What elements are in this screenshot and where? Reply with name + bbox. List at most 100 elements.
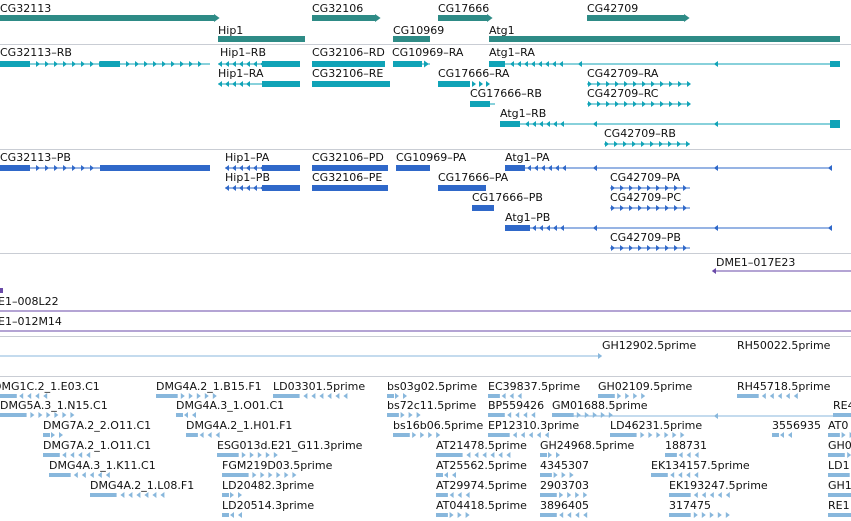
feature-est-28[interactable] [49, 473, 71, 477]
feature-est-32[interactable] [686, 472, 691, 478]
feature-transcript-hip1-ra[interactable] [262, 81, 300, 87]
feature-est-13[interactable] [576, 412, 581, 418]
feature-est-8[interactable] [761, 393, 766, 399]
feature-translation-atg1-pb[interactable] [592, 225, 597, 231]
feature-transcript-cg32113-rb[interactable] [45, 61, 49, 67]
feature-est-4[interactable] [327, 393, 332, 399]
feature-est-32[interactable] [694, 472, 699, 478]
feature-gene-atg1[interactable] [489, 36, 840, 42]
label-e-bp559426[interactable]: BP559426 [488, 399, 544, 412]
feature-translation-cg42709-pc[interactable] [656, 205, 660, 211]
feature-est-31[interactable] [561, 472, 566, 478]
label-t-hip1-rb[interactable]: Hip1–RB [220, 46, 266, 59]
feature-transcript-atg1-ra[interactable] [552, 61, 556, 67]
feature-translation-atg1-pa[interactable] [541, 165, 545, 171]
label-e-dmg1c2[interactable]: DMG1C.2_1.E03.C1 [0, 380, 100, 393]
feature-transcript-atg1-rb[interactable] [713, 121, 718, 127]
feature-est-42[interactable] [567, 512, 572, 518]
feature-translation-atg1-pa[interactable] [827, 165, 832, 171]
label-e-at04418[interactable]: AT04418.5prime [436, 499, 527, 512]
feature-est-24[interactable] [466, 452, 471, 458]
feature-est-25[interactable] [556, 452, 560, 458]
feature-translation-hip1-pb[interactable] [262, 185, 300, 191]
feature-transcript-cg32113-rb[interactable] [126, 61, 130, 67]
label-c-008l22[interactable]: E1–008L22 [0, 295, 59, 308]
feature-est-36[interactable] [465, 492, 470, 498]
feature-est-25[interactable] [548, 452, 552, 458]
feature-est-40[interactable] [238, 512, 242, 518]
feature-transcript-cg42709-rc[interactable] [642, 101, 646, 107]
feature-transcript-cg42709-rc[interactable] [651, 101, 655, 107]
feature-est-31[interactable] [569, 472, 574, 478]
feature-translation-atg1-pa[interactable] [555, 165, 559, 171]
feature-est-4[interactable] [273, 394, 300, 398]
feature-transcript-cg42709-rb[interactable] [641, 141, 645, 147]
label-p-cg32106-pe[interactable]: CG32106–PE [312, 171, 382, 184]
label-e-ld1[interactable]: LD1 [828, 459, 850, 472]
label-e-ld46231[interactable]: LD46231.5prime [610, 419, 702, 432]
feature-translation-hip1-pb[interactable] [253, 185, 257, 191]
label-t-cg42709-rb[interactable]: CG42709–RB [604, 127, 676, 140]
feature-est-10[interactable] [184, 412, 188, 418]
feature-transcript-cg32113-rb[interactable] [72, 61, 76, 67]
label-g-cg32106[interactable]: CG32106 [312, 2, 363, 15]
feature-est-22[interactable] [62, 452, 67, 458]
feature-transcript-cg42709-rc[interactable] [597, 101, 601, 107]
feature-est-16[interactable] [186, 433, 198, 437]
feature-est-8[interactable] [785, 393, 790, 399]
feature-translation-cg42709-pc[interactable] [674, 205, 678, 211]
feature-transcript-cg32113-rb[interactable] [90, 61, 94, 67]
label-e-4345307[interactable]: 4345307 [540, 459, 589, 472]
label-e-3896405[interactable]: 3896405 [540, 499, 589, 512]
feature-est-19[interactable] [648, 432, 653, 438]
feature-est-38[interactable] [693, 492, 698, 498]
feature-transcript-cg32113-rb[interactable] [0, 61, 30, 67]
label-t-cg42709-ra[interactable]: CG42709–RA [587, 67, 658, 80]
feature-transcript-cg42709-rb[interactable] [632, 141, 636, 147]
label-p-cg17666-pa[interactable]: CG17666–PA [438, 171, 508, 184]
feature-est-27[interactable] [828, 453, 845, 457]
feature-transcript-cg42709-rc[interactable] [633, 101, 637, 107]
feature-translation-atg1-pb[interactable] [505, 225, 530, 231]
feature-est-42[interactable] [583, 512, 588, 518]
label-p-cg32113-pb[interactable]: CG32113–PB [0, 151, 71, 164]
feature-est-25[interactable] [540, 453, 547, 457]
feature-est-23[interactable] [257, 452, 262, 458]
feature-est-19[interactable] [664, 432, 669, 438]
label-e-188731[interactable]: 188731 [665, 439, 707, 452]
feature-est-22[interactable] [43, 453, 60, 457]
label-t-atg1-rb[interactable]: Atg1–RB [500, 107, 546, 120]
label-t-cg32113-rb[interactable]: CG32113–RB [0, 46, 72, 59]
feature-translation-atg1-pb[interactable] [532, 225, 536, 231]
feature-est-28[interactable] [81, 472, 86, 478]
feature-est-34[interactable] [120, 492, 125, 498]
feature-est-20[interactable] [780, 432, 784, 438]
feature-est-12[interactable] [531, 412, 536, 418]
feature-translation-hip1-pb[interactable] [239, 185, 243, 191]
feature-est-17[interactable] [420, 432, 425, 438]
feature-est-37[interactable] [567, 492, 572, 498]
label-e-esg013d[interactable]: ESG013d.E21_G11.3prime [217, 439, 362, 452]
feature-est-12[interactable] [515, 412, 520, 418]
label-g-cg17666[interactable]: CG17666 [438, 2, 489, 15]
feature-est-9[interactable] [62, 412, 67, 418]
feature-transcript-cg42709-rc[interactable] [669, 101, 673, 107]
feature-est-15[interactable] [43, 433, 50, 437]
label-e-ep12310[interactable]: EP12310.3prime [488, 419, 579, 432]
label-p-cg32106-pd[interactable]: CG32106–PD [312, 151, 384, 164]
feature-est-9[interactable] [38, 412, 43, 418]
label-t-cg17666-rb[interactable]: CG17666–RB [470, 87, 542, 100]
feature-translation-cg42709-pc[interactable] [638, 205, 642, 211]
feature-translation-cg32113-pb[interactable] [63, 165, 67, 171]
feature-est-4[interactable] [319, 393, 324, 399]
feature-est-41[interactable] [457, 512, 462, 518]
feature-translation-cg32113-pb[interactable] [90, 165, 94, 171]
feature-translation-cg42709-pc[interactable] [611, 205, 615, 211]
feature-est-18[interactable] [536, 432, 541, 438]
feature-est-29[interactable] [268, 472, 273, 478]
feature-est-37[interactable] [575, 492, 580, 498]
label-p-atg1-pb[interactable]: Atg1–PB [505, 211, 550, 224]
feature-est-6[interactable] [488, 394, 500, 398]
label-e-bs03g02[interactable]: bs03g02.5prime [387, 380, 477, 393]
label-e-dmg7a2o11[interactable]: DMG7A.2_2.O11.C1 [43, 419, 151, 432]
